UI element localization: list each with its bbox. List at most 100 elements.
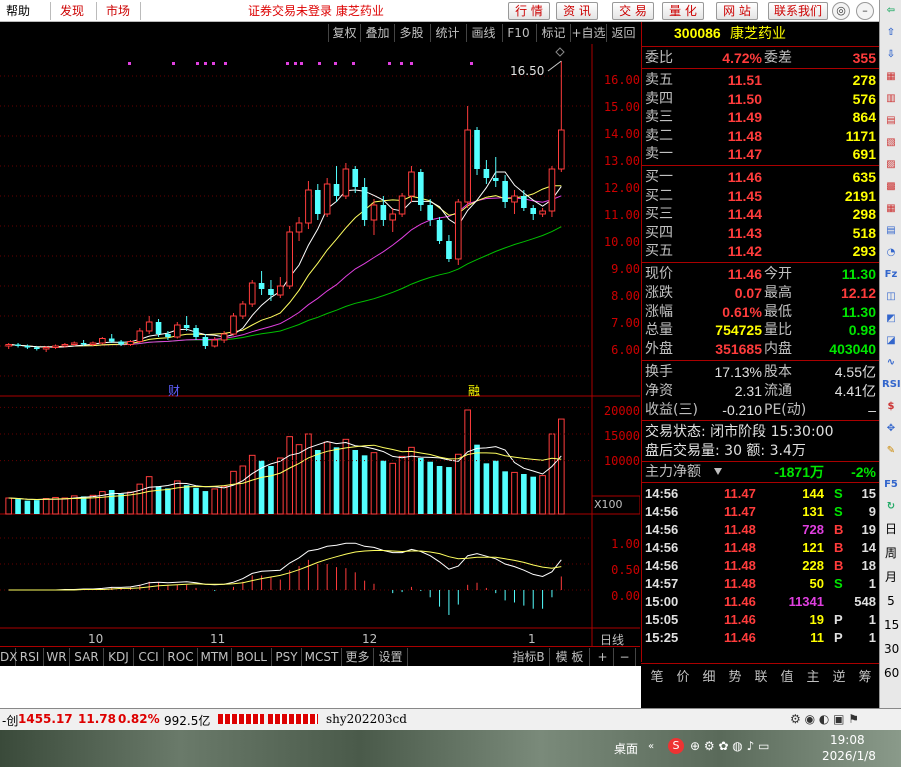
kline-icon[interactable]: ▥ [882, 90, 900, 108]
indicator-tab[interactable]: CCI [134, 648, 164, 666]
indicator-tab[interactable]: DX [0, 648, 17, 666]
indicator-more[interactable]: 更多 [342, 648, 374, 666]
wave-icon[interactable]: ∿ [882, 354, 900, 372]
tool-f10[interactable]: F10 [502, 24, 534, 42]
graph-icon[interactable]: ◩ [882, 310, 900, 328]
quote-tab[interactable]: 势 [721, 666, 749, 685]
minimize-icon[interactable]: – [856, 2, 874, 20]
pen-icon[interactable]: ✎ [882, 442, 900, 460]
indicator-tab[interactable]: PSY [272, 648, 302, 666]
indicator-tab[interactable]: ROC [164, 648, 198, 666]
indicator-tab[interactable]: WR [44, 648, 70, 666]
zoom-out-button[interactable]: − [614, 648, 636, 666]
bar-chart-icon[interactable]: ▧ [882, 134, 900, 152]
menu-help[interactable]: 帮助 [2, 2, 34, 20]
period-tab[interactable]: 60 [884, 666, 899, 680]
list-icon[interactable]: ▤ [882, 222, 900, 240]
line-chart-icon[interactable]: ◪ [882, 332, 900, 350]
main-flow-row[interactable]: 主力净额 -1871万 -2% [642, 463, 880, 481]
compare-icon[interactable]: ◫ [882, 288, 900, 306]
menu-discover[interactable]: 发现 [56, 2, 88, 20]
period-tab[interactable]: 15 [884, 618, 899, 632]
indicator-tab[interactable]: MTM [198, 648, 232, 666]
quote-tab[interactable]: 笔 [643, 666, 671, 685]
period-tab[interactable]: 30 [884, 642, 899, 656]
chevron-down-icon[interactable] [714, 468, 722, 475]
tool-multi-stock[interactable]: 多股 [394, 24, 428, 42]
money-icon[interactable]: $ [882, 398, 900, 416]
rsi-icon[interactable]: RSI [882, 376, 901, 394]
tray-icons[interactable]: ⊕ ⚙ ✿ ◍ ♪ ▭ [690, 739, 769, 753]
quote-tab[interactable]: 细 [695, 666, 723, 685]
period-tab[interactable]: 5 [884, 594, 898, 608]
index-change: 11.78 [78, 712, 116, 726]
ask-row[interactable]: 卖四 11.50 576 [642, 90, 880, 108]
period-tab[interactable]: 日 [884, 522, 898, 536]
price-tick: 14.00 [603, 127, 640, 141]
top-button-website[interactable]: 网 站 [716, 2, 758, 20]
top-button-quant[interactable]: 量 化 [662, 2, 704, 20]
ask-row[interactable]: 卖三 11.49 864 [642, 108, 880, 126]
index-name[interactable]: -创 [2, 712, 18, 729]
top-button-quotes[interactable]: 行 情 [508, 2, 550, 20]
ask-row[interactable]: 卖五 11.51 278 [642, 71, 880, 89]
ask-row[interactable]: 卖一 11.47 691 [642, 145, 880, 163]
period-tab[interactable]: 周 [884, 546, 898, 560]
tool-draw-line[interactable]: 画线 [466, 24, 500, 42]
indicator-tab[interactable]: SAR [70, 648, 104, 666]
sogou-icon[interactable]: S [668, 738, 684, 754]
bid-row[interactable]: 买四 11.43 518 [642, 224, 880, 242]
quote-tab[interactable]: 联 [747, 666, 775, 685]
table-icon[interactable]: ▦ [882, 200, 900, 218]
bid-row[interactable]: 买三 11.44 298 [642, 205, 880, 223]
indicator-tab[interactable]: BOLL [232, 648, 272, 666]
menu-market[interactable]: 市场 [102, 2, 134, 20]
chart-icon[interactable]: ▦ [882, 68, 900, 86]
quote-tab[interactable]: 逆 [825, 666, 853, 685]
tool-overlay[interactable]: 叠加 [360, 24, 394, 42]
template-button[interactable]: 模 板 [550, 648, 590, 666]
trend-icon[interactable]: ▤ [882, 112, 900, 130]
indicator-tab[interactable]: MCST [302, 648, 342, 666]
refresh-icon[interactable]: ↻ [882, 498, 900, 516]
period-tab[interactable]: 月 [884, 570, 898, 584]
margin-trading-marker[interactable]: 融 [468, 382, 480, 399]
tool-add-watchlist[interactable]: +自选 [570, 24, 606, 42]
f5-icon[interactable]: F5 [882, 476, 900, 494]
quote-tab[interactable]: 主 [799, 666, 827, 685]
bid-row[interactable]: 买五 11.42 293 [642, 242, 880, 260]
pie-icon[interactable]: ◔ [882, 244, 900, 262]
arrow-up-icon[interactable]: ⇧ [882, 24, 900, 42]
bid-row[interactable]: 买二 11.45 2191 [642, 187, 880, 205]
indicator-tab[interactable]: RSI [16, 648, 44, 666]
tool-statistics[interactable]: 统计 [430, 24, 464, 42]
desktop-label[interactable]: 桌面 [614, 740, 638, 757]
financial-report-marker[interactable]: 财 [168, 382, 180, 399]
indicator-b-button[interactable]: 指标B [508, 648, 550, 666]
grid-icon[interactable]: ▩ [882, 178, 900, 196]
price-tick: 11.00 [603, 208, 640, 222]
move-icon[interactable]: ✥ [882, 420, 900, 438]
quote-tab[interactable]: 筹 [851, 666, 879, 685]
indicator-settings[interactable]: 设置 [374, 648, 408, 666]
top-button-news[interactable]: 资 讯 [556, 2, 598, 20]
top-button-trade[interactable]: 交 易 [612, 2, 654, 20]
top-button-contact[interactable]: 联系我们 [768, 2, 828, 20]
zoom-in-button[interactable]: + [592, 648, 614, 666]
tool-back[interactable]: 返回 [606, 24, 640, 42]
quote-tab[interactable]: 值 [773, 666, 801, 685]
candles-icon[interactable]: ▨ [882, 156, 900, 174]
arrow-down-icon[interactable]: ⇩ [882, 46, 900, 64]
settings-circle-icon[interactable]: ◎ [832, 2, 850, 20]
fund-icon[interactable]: Fz [882, 266, 900, 284]
quote-tab[interactable]: 价 [669, 666, 697, 685]
chevron-icon[interactable]: « [648, 741, 654, 752]
ask-row[interactable]: 卖二 11.48 1171 [642, 127, 880, 145]
indicator-tab[interactable]: KDJ [104, 648, 134, 666]
tool-restore-rights[interactable]: 复权 [328, 24, 360, 42]
tool-mark[interactable]: 标记 [536, 24, 570, 42]
tray-icons[interactable]: ⚙ ◉ ◐ ▣ ⚑ [790, 712, 859, 726]
back-icon[interactable]: ⇦ [882, 2, 900, 20]
bid-row[interactable]: 买一 11.46 635 [642, 168, 880, 186]
candlestick-chart[interactable] [0, 44, 640, 646]
